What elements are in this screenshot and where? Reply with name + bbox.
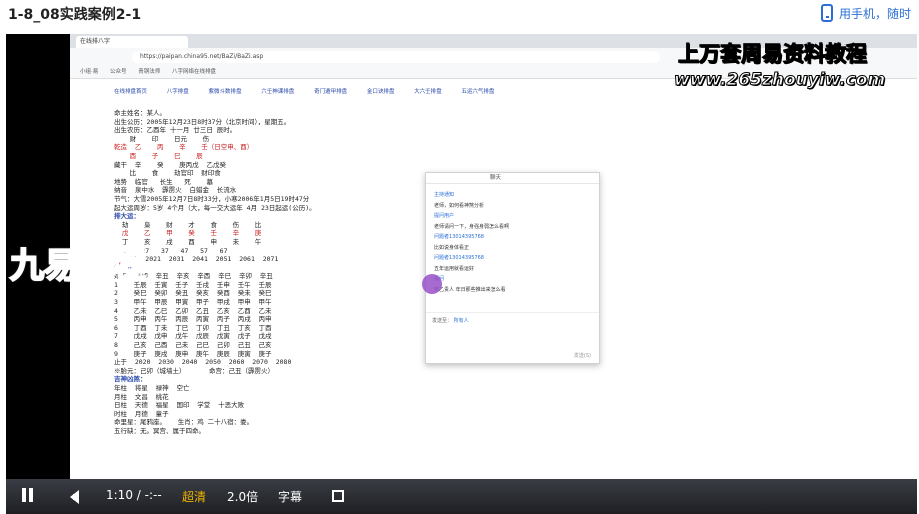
chat-title: 聊天: [426, 173, 599, 184]
chat-message: 比如说身体看正: [434, 244, 470, 251]
chat-window: 聊天 主持通知老师，如何看神煞分析 提问用户老师请问一下，身强身弱怎么看啊 问题者1…: [425, 172, 600, 364]
fullscreen-icon: [332, 490, 344, 502]
phone-label: 用手机，随时: [838, 6, 911, 21]
send-button: 发送(S): [573, 353, 591, 359]
bazi-line: 出生公历：2005年12月23日8时37分（北京时间），星期五。: [114, 117, 291, 126]
chat-message: 问题者13014395768: [434, 234, 484, 240]
chat-message: 天乙贵人 年日那些推出来怎么看: [434, 286, 506, 293]
chat-message: 老师，如何看神煞分析: [434, 202, 485, 209]
chat-send-area: 发送至： 所有人 发送(S): [426, 312, 599, 363]
time-display: 1:10 / -:--: [106, 488, 162, 502]
nav-link: 紫微斗数排盘: [208, 89, 242, 95]
bazi-line: 吉神凶煞：: [114, 375, 147, 384]
pause-icon-bar: [29, 488, 33, 502]
bazi-line: 年柱 将星 禄神 空亡: [114, 384, 190, 392]
chat-messages: 主持通知老师，如何看神煞分析 提问用户老师请问一下，身强身弱怎么看啊 问题者1301…: [426, 184, 599, 295]
bazi-line: 命里星：尾鸦座。 生肖：鸡 二十八宿：娄。: [114, 418, 254, 427]
nav-link: 在线排盘首页: [114, 89, 148, 95]
watermark-headline: 上万套周易资料教程: [678, 42, 868, 67]
nav-link: 五运六气排盘: [461, 89, 495, 95]
bazi-line: 日柱 天德 福星 国印 学堂 十恶大败: [114, 401, 245, 410]
bookmark: 公众号: [110, 69, 127, 75]
video-frame: 在线排八字 https://paipan.china95.net/BaZi/Ba…: [70, 34, 917, 479]
nav-link: 奇门遁甲排盘: [314, 89, 348, 95]
chat-message: 五年运用就看运好: [434, 265, 475, 272]
volume-icon: [70, 490, 79, 504]
fullscreen-button[interactable]: [332, 490, 344, 502]
page-title: 1-8_08实践案例2-1: [8, 7, 142, 23]
bazi-line: 藏干 辛 癸 庚丙戊 乙戊癸: [114, 160, 226, 169]
bookmark: 青铜法师: [138, 69, 161, 75]
time-current: 1:10: [106, 488, 133, 502]
nav-links: 在线排盘首页 八字排盘 紫微斗数排盘 六壬神课排盘 奇门遁甲排盘 金口诀排盘 大…: [114, 87, 512, 95]
pause-icon: [22, 488, 26, 502]
watermark-site: www.265zhouyiw.com: [673, 70, 886, 91]
time-separator: /: [136, 488, 141, 502]
browser-tab: 在线排八字: [76, 36, 188, 48]
phone-watch-link[interactable]: 用手机，随时: [820, 4, 911, 22]
logo-text: 九易教程: [9, 245, 147, 287]
url-field: https://paipan.china95.net/BaZi/BaZi.asp: [132, 51, 660, 63]
chat-message: 主持通知: [434, 192, 455, 198]
chat-message: 提问用户: [434, 213, 455, 219]
subtitle-button[interactable]: 字幕: [278, 488, 302, 505]
player-controls: 1:10 / -:-- 超清 2.0倍 字幕: [6, 479, 917, 514]
bookmark: 小组·易: [80, 69, 99, 75]
pause-button[interactable]: [22, 488, 36, 505]
nav-link: 大六壬排盘: [414, 89, 442, 95]
speed-button[interactable]: 2.0倍: [227, 488, 258, 505]
nav-link: 金口诀排盘: [366, 89, 395, 95]
send-to-label: 发送至： 所有人: [432, 317, 469, 324]
bazi-line: 乾造 乙 丙 辛 壬（日空申、酉）: [114, 143, 254, 152]
video-player[interactable]: 在线排八字 https://paipan.china95.net/BaZi/Ba…: [6, 34, 917, 514]
volume-button[interactable]: [70, 490, 79, 504]
phone-icon: [820, 4, 833, 22]
top-bar: 1-8_08实践案例2-1 用手机，随时: [0, 0, 919, 34]
bazi-line: 酉 子 巳 辰: [114, 151, 203, 160]
bazi-line: 五行缺：无。冥宫、属于四命。: [114, 426, 205, 435]
send-label: 发送至：: [432, 318, 453, 324]
bookmark: 八字网络在线排盘: [172, 69, 217, 75]
nav-link: 六壬神课排盘: [261, 89, 295, 95]
bazi-line: 出生农历：乙酉年 十一月 廿三日 辰时。: [114, 126, 237, 135]
chat-message: 提问: [426, 274, 599, 285]
send-target: 所有人: [453, 318, 469, 324]
chat-message: 老师请问一下，身强身弱怎么看啊: [434, 223, 510, 230]
quality-button[interactable]: 超清: [182, 488, 206, 505]
time-total: -:--: [144, 488, 162, 502]
bazi-line: 月柱 文昌 桃花: [114, 392, 169, 401]
bazi-line: ※胎元：己卯（城墙土） 命宫：己丑（霹雳火）: [114, 366, 274, 375]
chat-message: 问题者13014395768: [434, 255, 484, 261]
cursor-highlight: [422, 274, 442, 294]
bazi-line: 命主姓名：某人。: [114, 109, 166, 117]
nav-link: 八字排盘: [166, 89, 189, 95]
